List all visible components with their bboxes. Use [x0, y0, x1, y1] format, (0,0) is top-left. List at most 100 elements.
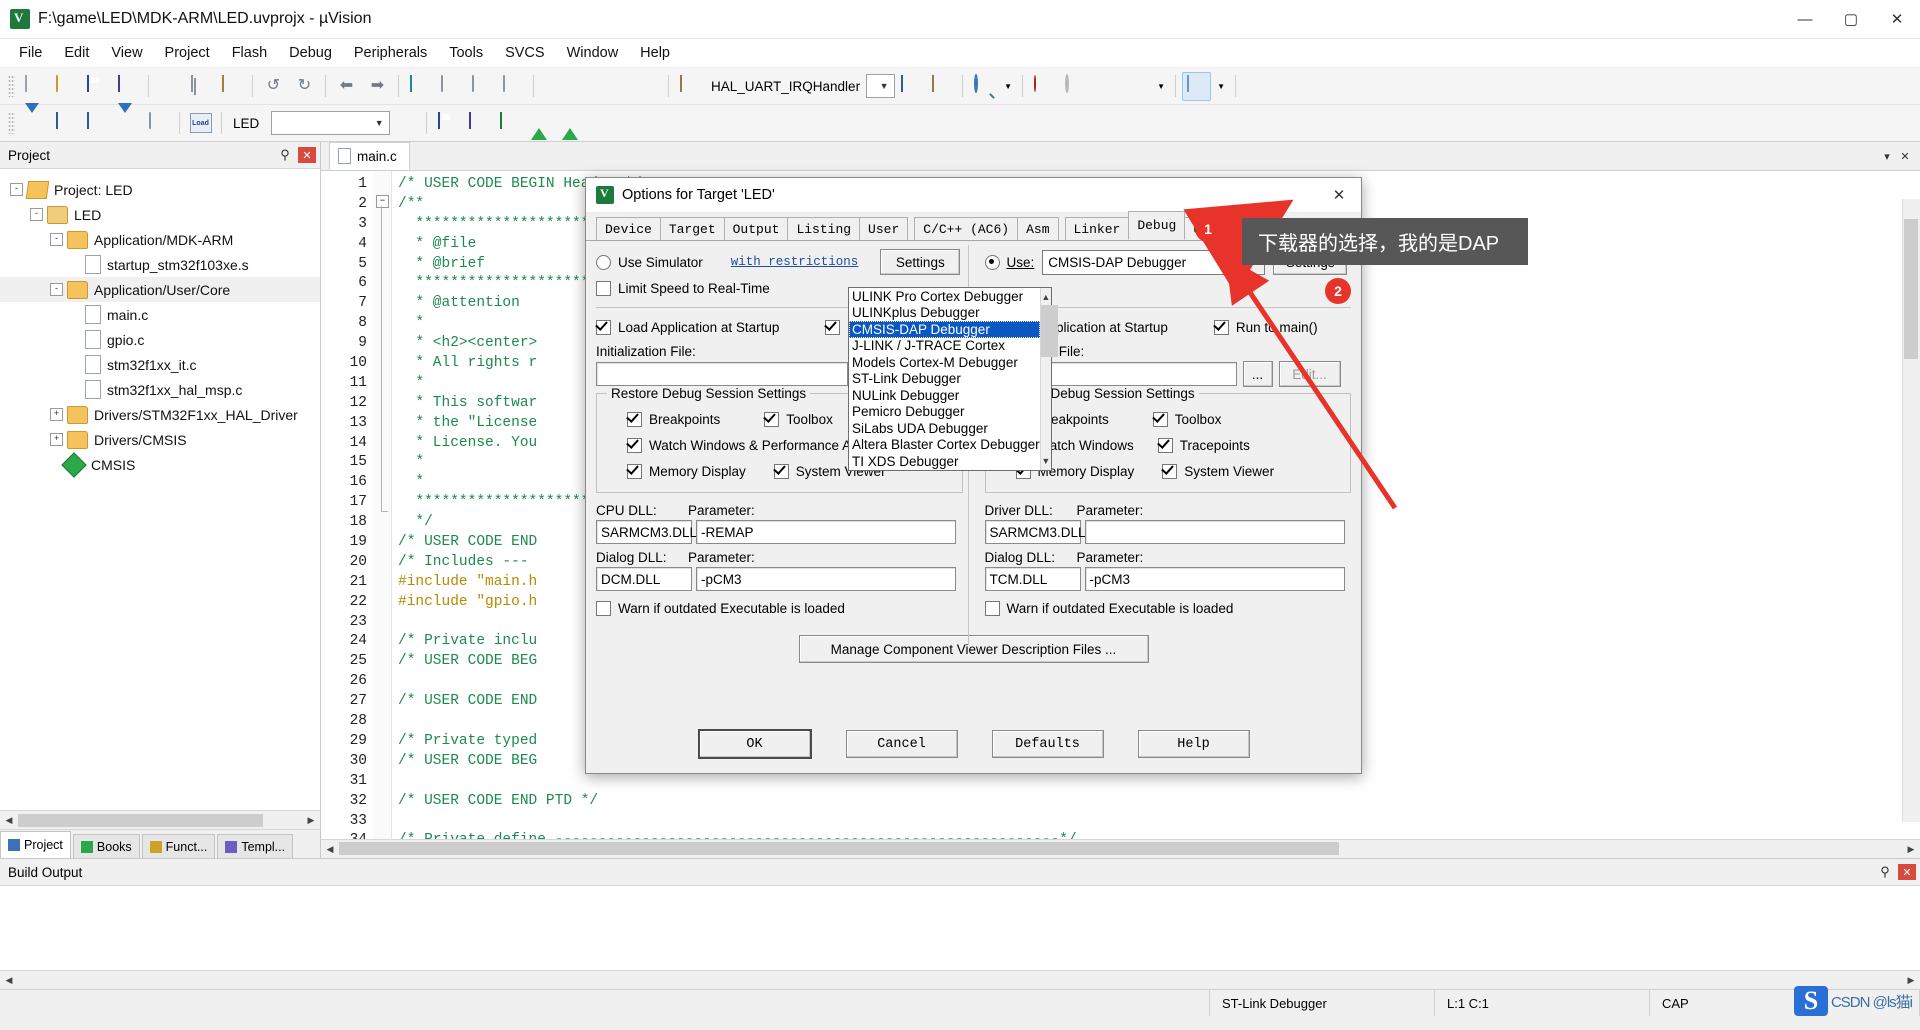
code-line[interactable] — [392, 812, 1920, 832]
tree-expander-icon[interactable]: - — [50, 233, 63, 246]
batch-build-icon[interactable] — [113, 103, 142, 138]
uncomment-icon[interactable] — [633, 72, 662, 101]
cpu-dll-input[interactable]: SARMCM3.DLL — [596, 520, 697, 544]
dialog-tab-linker[interactable]: Linker — [1064, 217, 1130, 240]
next-bookmark-icon[interactable] — [467, 72, 496, 101]
tree-item[interactable]: stm32f1xx_it.c — [0, 352, 320, 377]
warn-outdated-checkbox-right[interactable] — [984, 600, 1000, 616]
dialog-tab-asm[interactable]: Asm — [1017, 217, 1059, 240]
pack-installer-icon[interactable] — [495, 109, 524, 138]
pin-icon[interactable]: ⚲ — [276, 147, 294, 163]
breakpoints-checkbox[interactable] — [627, 411, 642, 427]
tree-item[interactable]: - LED — [0, 202, 320, 227]
project-tab-books[interactable]: Books — [72, 834, 140, 858]
tree-item[interactable]: startup_stm32f103xe.s — [0, 252, 320, 277]
scroll-track[interactable] — [18, 973, 1902, 987]
bookmark-toggle-icon[interactable] — [896, 72, 925, 101]
open-file-icon[interactable] — [51, 72, 80, 101]
dialog-tab-user[interactable]: User — [859, 217, 909, 240]
new-file-icon[interactable] — [20, 72, 49, 101]
clear-bookmarks-icon[interactable] — [498, 72, 527, 101]
menu-edit[interactable]: Edit — [53, 41, 100, 65]
download-icon[interactable]: Load — [186, 109, 215, 138]
system-viewer-checkbox[interactable] — [773, 463, 789, 479]
forward-icon[interactable]: ➡ — [363, 72, 392, 101]
toolbox-checkbox[interactable] — [764, 411, 780, 427]
target-select[interactable]: ▼ — [271, 111, 391, 135]
dropdown-item[interactable]: ST-Link Debugger — [849, 371, 1040, 388]
tree-item[interactable]: - Project: LED — [0, 177, 320, 202]
tree-item[interactable]: - Application/MDK-ARM — [0, 227, 320, 252]
search-icon[interactable] — [969, 72, 998, 101]
outdent-icon[interactable] — [571, 72, 600, 101]
editor-v-scrollbar[interactable] — [1902, 199, 1920, 822]
tree-expander-icon[interactable]: + — [50, 433, 63, 446]
use-debugger-radio[interactable] — [984, 254, 1000, 270]
warn-outdated-checkbox[interactable] — [596, 600, 611, 616]
dropdown-item[interactable]: TI XDS Debugger — [849, 453, 1040, 470]
toolbar-grip[interactable] — [8, 75, 15, 97]
tree-item[interactable]: CMSIS — [0, 451, 320, 478]
back-icon[interactable]: ⬅ — [332, 72, 361, 101]
run-to-main-checkbox-right[interactable] — [1213, 319, 1229, 335]
toolbox-checkbox-right[interactable] — [1152, 411, 1168, 427]
fold-toggle-icon[interactable]: − — [376, 195, 389, 208]
kill-breakpoints-icon[interactable] — [1091, 72, 1120, 101]
watch-windows-checkbox[interactable] — [627, 437, 642, 453]
insert-breakpoint-icon[interactable] — [1029, 72, 1058, 101]
driver-parameter-input[interactable] — [1084, 520, 1345, 544]
dropdown-items[interactable]: ULINK Pro Cortex Debugger ULINKplus Debug… — [849, 288, 1040, 470]
dropdown-item[interactable]: Pemicro Debugger — [849, 404, 1040, 421]
cancel-button[interactable]: Cancel — [845, 730, 958, 758]
close-icon[interactable]: ✕ — [1896, 150, 1914, 163]
project-tree[interactable]: - Project: LED - LED - Application/MDK-ARM sta… — [0, 169, 320, 810]
menu-project[interactable]: Project — [154, 41, 221, 65]
dialog-parameter-input-right[interactable]: -pCM3 — [1084, 567, 1345, 591]
close-icon[interactable]: ✕ — [298, 147, 316, 163]
memory-display-checkbox[interactable] — [627, 463, 642, 479]
manage-project-items-icon[interactable] — [433, 109, 462, 138]
svcs-update-icon[interactable] — [557, 109, 586, 140]
tree-item[interactable]: main.c — [0, 302, 320, 327]
breakpoint-menu-icon[interactable] — [1122, 72, 1151, 101]
load-app-checkbox[interactable] — [596, 319, 611, 335]
tree-expander-icon[interactable]: - — [30, 208, 43, 221]
prev-bookmark-icon[interactable] — [436, 72, 465, 101]
dialog-tab-listing[interactable]: Listing — [787, 217, 861, 240]
init-file-edit-button-right[interactable]: Edit... — [1278, 361, 1341, 387]
scroll-right-icon[interactable]: ▶ — [302, 811, 320, 829]
dropdown-item[interactable]: Models Cortex-M Debugger — [849, 354, 1040, 371]
dialog-close-button[interactable]: ✕ — [1317, 178, 1361, 212]
simulator-settings-button[interactable]: Settings — [880, 249, 961, 275]
tree-expander-icon[interactable]: - — [10, 183, 23, 196]
scroll-thumb[interactable] — [339, 842, 1339, 855]
tree-expander-icon[interactable]: - — [50, 283, 63, 296]
dropdown-item[interactable]: SiLabs UDA Debugger — [849, 420, 1040, 437]
menu-view[interactable]: View — [100, 41, 153, 65]
tree-item[interactable]: + Drivers/STM32F1xx_HAL_Driver — [0, 402, 320, 427]
symbol-dropdown[interactable]: ▼ — [866, 74, 896, 98]
debugger-select[interactable]: CMSIS-DAP Debugger — [1042, 249, 1266, 275]
scroll-thumb[interactable] — [18, 813, 263, 827]
dropdown-item[interactable]: ULINK Pro Cortex Debugger — [849, 288, 1040, 305]
minimize-button[interactable]: — — [1782, 0, 1828, 38]
tracepoints-checkbox[interactable] — [1157, 437, 1173, 453]
code-line[interactable]: /* Private define ----------------------… — [392, 831, 1920, 839]
project-tab-funct[interactable]: Funct... — [141, 834, 216, 858]
help-button[interactable]: Help — [1137, 730, 1250, 758]
configuration-wizard-icon[interactable] — [1242, 72, 1271, 101]
close-button[interactable]: ✕ — [1874, 0, 1920, 38]
dropdown-item[interactable]: J-LINK / J-TRACE Cortex — [849, 338, 1040, 355]
defaults-button[interactable]: Defaults — [991, 730, 1104, 758]
dropdown-item[interactable]: Altera Blaster Cortex Debugger — [849, 437, 1040, 454]
code-line[interactable]: /* USER CODE END PTD */ — [392, 792, 1920, 812]
menu-flash[interactable]: Flash — [221, 41, 278, 65]
menu-svcs[interactable]: SVCS — [494, 41, 556, 65]
rebuild-icon[interactable] — [82, 109, 111, 138]
pin-icon[interactable]: ⚲ — [1876, 864, 1894, 880]
scroll-track[interactable] — [18, 813, 302, 827]
translate-icon[interactable] — [20, 103, 49, 138]
scroll-down-icon[interactable]: ▼ — [1040, 452, 1051, 470]
tree-item[interactable]: + Drivers/CMSIS — [0, 427, 320, 452]
dropdown-item[interactable]: NULink Debugger — [849, 387, 1040, 404]
